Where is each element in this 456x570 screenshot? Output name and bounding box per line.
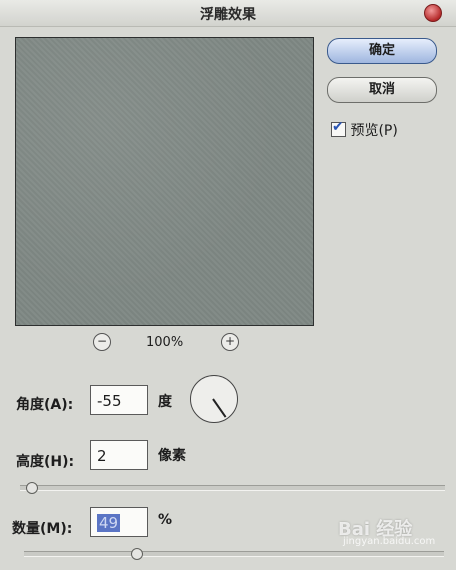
preview-checkbox-row[interactable]: ✔ 预览(P): [331, 119, 398, 140]
amount-label: 数量(M):: [12, 521, 73, 537]
angle-unit: 度: [158, 394, 172, 410]
close-button[interactable]: [424, 4, 442, 22]
angle-dial-needle: [212, 398, 227, 418]
amount-slider-track[interactable]: [24, 551, 444, 557]
checkmark-icon: ✔: [332, 119, 344, 135]
height-slider-thumb[interactable]: [26, 482, 38, 494]
amount-value: 49: [97, 514, 121, 532]
angle-field[interactable]: -55: [90, 385, 148, 415]
amount-unit: %: [158, 512, 173, 528]
height-field[interactable]: 2: [90, 440, 148, 470]
cancel-button[interactable]: 取消: [327, 77, 437, 103]
height-unit: 像素: [158, 448, 186, 464]
angle-dial[interactable]: [190, 375, 238, 423]
preview-checkbox[interactable]: ✔: [331, 119, 346, 137]
height-slider-track[interactable]: [20, 485, 445, 491]
amount-field[interactable]: 49: [90, 507, 148, 537]
preview-pane[interactable]: [15, 37, 314, 326]
angle-label: 角度(A):: [16, 397, 74, 413]
watermark-url: jingyan.baidu.com: [343, 536, 436, 547]
height-label: 高度(H):: [16, 454, 75, 470]
zoom-level: 100%: [146, 335, 184, 350]
preview-checkbox-label: 预览(P): [350, 123, 398, 139]
ok-button[interactable]: 确定: [327, 38, 437, 64]
window-title: 浮雕效果: [200, 7, 256, 23]
title-bar: 浮雕效果: [0, 0, 456, 27]
zoom-out-button[interactable]: −: [93, 333, 111, 351]
zoom-in-button[interactable]: +: [221, 333, 239, 351]
amount-slider-thumb[interactable]: [131, 548, 143, 560]
